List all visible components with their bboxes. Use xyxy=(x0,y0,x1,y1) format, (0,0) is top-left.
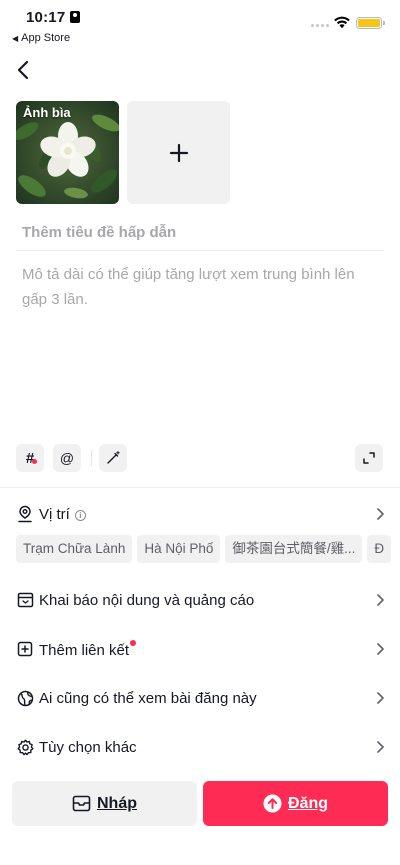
privacy-row[interactable]: Ai cũng có thể xem bài đăng này xyxy=(0,681,400,715)
post-button[interactable]: Đăng xyxy=(203,781,388,826)
hashtag-red-dot xyxy=(32,459,37,464)
location-label: Vị trí i xyxy=(39,506,86,523)
status-bar: 10:17 ◀ App Store xyxy=(0,0,400,48)
wifi-icon xyxy=(334,16,350,29)
title-divider xyxy=(16,250,384,251)
chevron-right-icon xyxy=(377,508,384,520)
add-link-label-text: Thêm liên kết xyxy=(39,641,130,659)
add-media-button[interactable] xyxy=(127,101,230,204)
cover-label: Ảnh bìa xyxy=(23,105,71,120)
id-card-icon xyxy=(70,11,80,23)
magic-wand-icon xyxy=(107,451,120,464)
content-disclosure-label: Khai báo nội dung và quảng cáo xyxy=(39,591,255,609)
archive-box-icon xyxy=(72,795,91,812)
signal-icon xyxy=(311,24,329,27)
gear-icon xyxy=(16,738,34,756)
hashtag-button[interactable]: # xyxy=(16,444,44,472)
content-disclosure-row[interactable]: Khai báo nội dung và quảng cáo xyxy=(0,583,400,617)
back-app-label: App Store xyxy=(21,32,71,44)
hashtag-label: # xyxy=(25,449,35,467)
draft-button[interactable]: Nháp xyxy=(12,781,197,826)
back-button[interactable] xyxy=(12,58,34,82)
location-label-text: Vị trí xyxy=(39,505,70,523)
mention-button[interactable]: @ xyxy=(53,444,81,472)
info-icon[interactable]: i xyxy=(74,509,86,521)
location-suggestions: Trạm Chữa Lành Hà Nội Phố 御茶園台式簡餐/雞... Đ xyxy=(16,535,400,563)
location-chip[interactable]: 御茶園台式簡餐/雞... xyxy=(225,535,363,563)
draft-label: Nháp xyxy=(97,794,137,812)
storefront-icon xyxy=(16,591,34,609)
chevron-right-icon xyxy=(377,594,384,606)
globe-icon xyxy=(16,689,34,707)
chevron-right-icon xyxy=(377,643,384,655)
plus-square-icon xyxy=(16,640,34,658)
location-chip[interactable]: Đ xyxy=(367,535,392,563)
description-input[interactable] xyxy=(22,262,382,422)
more-options-label: Tùy chọn khác xyxy=(39,738,137,756)
expand-icon xyxy=(363,452,375,464)
section-divider xyxy=(0,487,400,488)
chevron-left-icon xyxy=(17,60,29,80)
new-badge-dot xyxy=(130,639,137,646)
location-pin-icon xyxy=(16,505,34,523)
add-link-row[interactable]: Thêm liên kết xyxy=(0,632,400,666)
chevron-right-icon xyxy=(377,741,384,753)
battery-icon xyxy=(356,17,385,29)
privacy-label: Ai cũng có thể xem bài đăng này xyxy=(39,689,257,707)
upload-circle-icon xyxy=(263,794,282,813)
location-row[interactable]: Vị trí i xyxy=(0,497,400,531)
location-chip[interactable]: Hà Nội Phố xyxy=(137,535,221,563)
add-link-label: Thêm liên kết xyxy=(39,639,137,659)
plus-icon xyxy=(169,143,188,162)
back-triangle-icon: ◀ xyxy=(12,34,19,43)
mention-label: @ xyxy=(59,450,75,466)
more-options-row[interactable]: Tùy chọn khác xyxy=(0,730,400,764)
back-to-app-link[interactable]: ◀ App Store xyxy=(12,32,70,44)
expand-button[interactable] xyxy=(355,444,383,472)
magic-wand-button[interactable] xyxy=(99,444,127,472)
chevron-right-icon xyxy=(377,692,384,704)
tool-separator xyxy=(91,450,92,466)
location-chip[interactable]: Trạm Chữa Lành xyxy=(16,535,133,563)
title-input[interactable] xyxy=(22,221,384,243)
status-time: 10:17 xyxy=(26,9,66,26)
post-label: Đăng xyxy=(288,794,328,812)
cover-thumbnail[interactable]: Ảnh bìa xyxy=(16,101,119,204)
